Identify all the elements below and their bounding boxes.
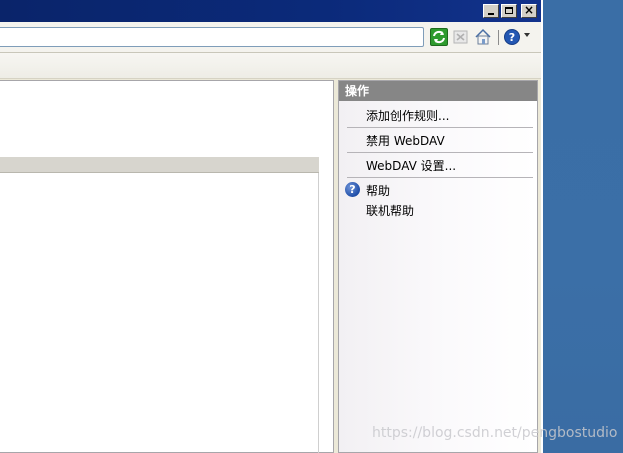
- title-bar[interactable]: ×: [0, 0, 541, 22]
- list-view[interactable]: [0, 157, 319, 453]
- minimize-icon: [488, 13, 494, 15]
- desktop-background: [543, 0, 623, 453]
- address-bar-input[interactable]: [0, 27, 424, 47]
- refresh-icon[interactable]: [430, 28, 448, 46]
- close-button[interactable]: ×: [521, 3, 537, 18]
- svg-text:?: ?: [509, 31, 515, 44]
- action-divider: [347, 152, 533, 153]
- disable-webdav-link[interactable]: 禁用 WebDAV: [366, 132, 445, 149]
- home-icon[interactable]: [474, 28, 492, 46]
- content-header-strip: [0, 53, 541, 79]
- actions-pane-title: 操作: [339, 81, 537, 101]
- webdav-settings-link[interactable]: WebDAV 设置...: [366, 157, 456, 174]
- maximize-button[interactable]: [501, 4, 517, 18]
- maximize-icon: [505, 7, 513, 14]
- main-content-panel: [0, 80, 334, 453]
- help-link[interactable]: 帮助: [366, 182, 390, 199]
- help-icon: ?: [345, 182, 360, 197]
- list-column-header[interactable]: [0, 157, 319, 173]
- toolbar-separator: [498, 30, 499, 45]
- action-divider: [347, 127, 533, 128]
- minimize-button[interactable]: [483, 4, 499, 18]
- address-toolbar: ?: [0, 22, 541, 53]
- stop-icon[interactable]: [452, 28, 470, 46]
- watermark-text: https://blog.csdn.net/pengbostudio: [372, 425, 618, 441]
- help-icon[interactable]: ?: [503, 28, 521, 46]
- close-icon: ×: [523, 3, 535, 17]
- action-divider: [347, 177, 533, 178]
- chevron-down-icon[interactable]: [524, 33, 530, 37]
- add-authoring-rule-link[interactable]: 添加创作规则...: [366, 107, 449, 124]
- actions-pane: 操作 添加创作规则... 禁用 WebDAV WebDAV 设置... ? 帮助…: [338, 80, 538, 453]
- iis-manager-window: × ? 操作 添加创作规则... 禁用 WebDAV WebDAV 设置... …: [0, 0, 543, 453]
- window-controls: ×: [483, 3, 537, 18]
- online-help-link[interactable]: 联机帮助: [366, 202, 414, 219]
